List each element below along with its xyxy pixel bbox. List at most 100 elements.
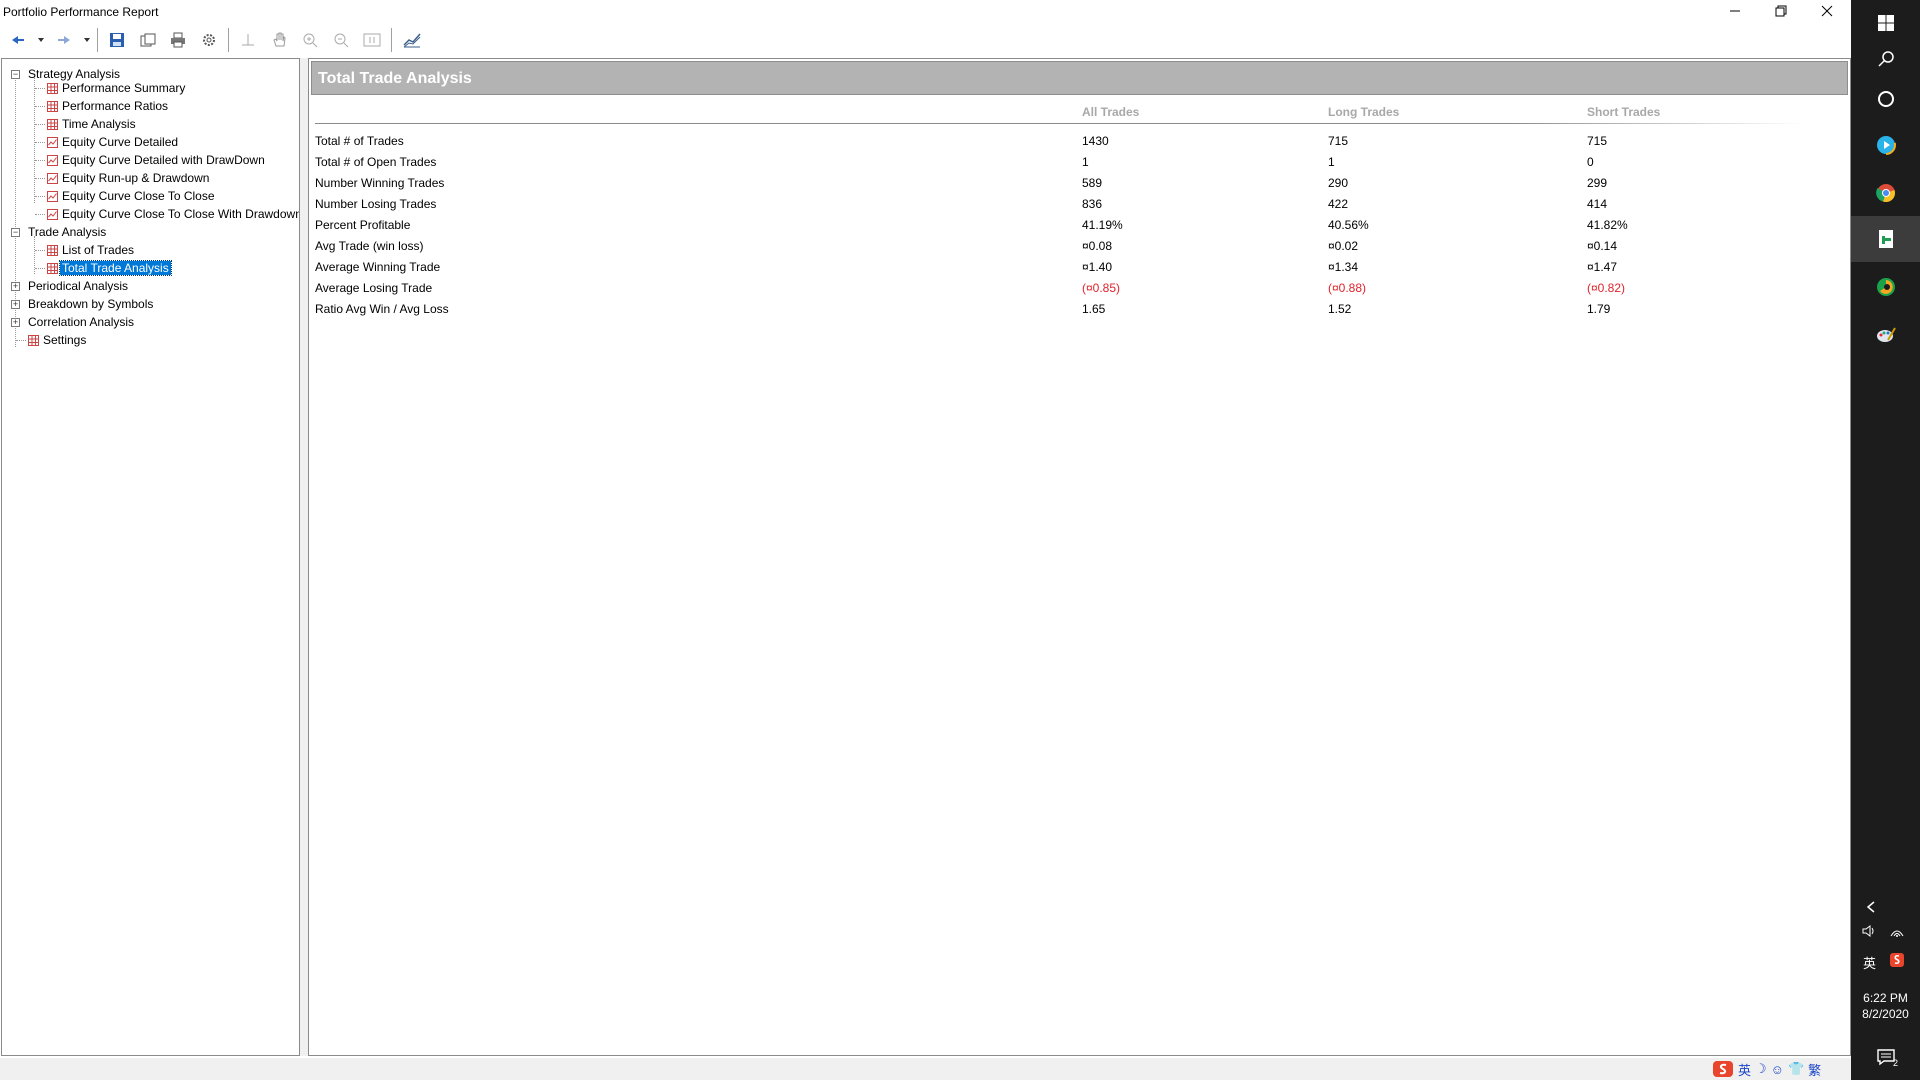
tree-item-performance-summary[interactable]: Performance Summary <box>60 79 187 97</box>
row-value: ¤0.14 <box>1587 239 1618 253</box>
save-button[interactable] <box>105 29 129 51</box>
actual-size-button[interactable] <box>360 29 384 51</box>
row-value: 715 <box>1328 134 1349 148</box>
tree-group-correlation-analysis[interactable]: Correlation Analysis <box>26 313 136 331</box>
zoom-in-button[interactable] <box>298 29 322 51</box>
tree-item-equity-curve-detailed[interactable]: Equity Curve Detailed <box>60 133 180 151</box>
tree-group-breakdown-by-symbols[interactable]: Breakdown by Symbols <box>26 295 155 313</box>
taskbar-app-paint[interactable] <box>1851 312 1920 358</box>
show-hidden-icons-icon[interactable] <box>1865 900 1877 914</box>
panel-splitter[interactable] <box>300 58 308 1056</box>
taskbar-app-player[interactable] <box>1851 122 1920 168</box>
taskbar-app-spreadsheet[interactable] <box>1851 216 1920 262</box>
back-arrow-icon <box>12 36 24 44</box>
table-row: Number Winning Trades 589 290 299 <box>309 173 1850 193</box>
forward-button[interactable] <box>52 29 76 51</box>
tree-item-equity-close-to-close-drawdown[interactable]: Equity Curve Close To Close With Drawdow… <box>60 205 299 223</box>
zoom-out-button[interactable] <box>329 29 353 51</box>
tree-item-equity-close-to-close[interactable]: Equity Curve Close To Close <box>60 187 217 205</box>
grid-icon <box>47 263 58 274</box>
chart-icon <box>47 191 58 202</box>
ime-lang-label: 英 <box>1738 1062 1752 1078</box>
network-icon[interactable] <box>1889 924 1905 938</box>
sogou-tray-icon[interactable] <box>1889 952 1905 968</box>
row-label: Number Losing Trades <box>315 197 437 211</box>
tree-group-label: Periodical Analysis <box>28 279 129 293</box>
tree-item-total-trade-analysis[interactable]: Total Trade Analysis <box>59 259 172 277</box>
forward-dropdown-button[interactable] <box>81 29 93 51</box>
expand-toggle-correlation-analysis[interactable]: + <box>11 318 20 327</box>
row-label: Average Losing Trade <box>315 281 433 295</box>
tree-group-periodical-analysis[interactable]: Periodical Analysis <box>26 277 130 295</box>
row-label: Number Winning Trades <box>315 176 445 190</box>
volume-icon[interactable] <box>1861 924 1877 938</box>
grid-icon <box>28 335 39 346</box>
row-value: 715 <box>1587 134 1608 148</box>
tree-item-label: Equity Run-up & Drawdown <box>62 171 210 185</box>
action-center-button[interactable]: 2 <box>1851 1034 1920 1080</box>
expand-toggle-breakdown-by-symbols[interactable]: + <box>11 300 20 309</box>
row-value: ¤0.02 <box>1328 239 1359 253</box>
grid-icon <box>47 101 58 112</box>
chart-icon <box>47 173 58 184</box>
tree-connector <box>34 74 35 203</box>
tree-item-label: Time Analysis <box>62 117 136 131</box>
tree-item-performance-ratios[interactable]: Performance Ratios <box>60 97 170 115</box>
tree-item-equity-runup-drawdown[interactable]: Equity Run-up & Drawdown <box>60 169 211 187</box>
chrome-icon <box>1875 184 1895 203</box>
zoom-in-icon <box>303 33 318 48</box>
row-value: 589 <box>1082 176 1103 190</box>
close-button[interactable] <box>1804 0 1850 22</box>
taskbar-app-browser[interactable] <box>1851 264 1920 310</box>
taskbar-app-chrome[interactable] <box>1851 170 1920 216</box>
row-value: 1.52 <box>1328 302 1352 316</box>
export-icon <box>140 33 156 47</box>
zoom-out-icon <box>334 33 349 48</box>
export-button[interactable] <box>136 29 160 51</box>
crosshair-button[interactable] <box>236 29 260 51</box>
task-view-button[interactable] <box>1851 76 1920 122</box>
row-label: Avg Trade (win loss) <box>315 239 424 253</box>
tree-connector <box>35 88 45 89</box>
tray-language-label[interactable]: 英 <box>1863 953 1876 972</box>
expand-toggle-strategy-analysis[interactable]: − <box>11 70 20 79</box>
report-panel: Total Trade Analysis All Trades Long Tra… <box>308 58 1851 1056</box>
tree-item-time-analysis[interactable]: Time Analysis <box>60 115 138 133</box>
restore-button[interactable] <box>1758 0 1804 22</box>
forward-arrow-icon <box>58 36 70 44</box>
table-row: Percent Profitable 41.19% 40.56% 41.82% <box>309 215 1850 235</box>
expand-toggle-trade-analysis[interactable]: − <box>11 228 20 237</box>
tree-group-trade-analysis[interactable]: Trade Analysis <box>26 223 108 241</box>
settings-button[interactable] <box>197 29 221 51</box>
clock-time[interactable]: 6:22 PM <box>1851 990 1920 1006</box>
tree-item-list-of-trades[interactable]: List of Trades <box>60 241 136 259</box>
printer-icon <box>171 32 185 48</box>
ime-skin-icon: 👕 <box>1787 1061 1805 1076</box>
circle-icon <box>1877 91 1894 107</box>
minimize-button[interactable] <box>1712 0 1758 22</box>
media-player-icon <box>1875 135 1896 155</box>
clock-date[interactable]: 8/2/2020 <box>1851 1006 1920 1022</box>
tree-item-equity-curve-detailed-drawdown[interactable]: Equity Curve Detailed with DrawDown <box>60 151 267 169</box>
print-button[interactable] <box>166 29 190 51</box>
header-divider <box>315 123 1805 124</box>
chart-lines-icon <box>403 33 421 48</box>
ime-toolbar[interactable]: 英 ☽ ☺ 👕 繁 <box>1712 1060 1821 1078</box>
tree-connector <box>35 178 45 179</box>
chart-style-button[interactable] <box>400 29 424 51</box>
tree-item-settings[interactable]: Settings <box>41 331 88 349</box>
ime-emoji-icon: ☺ <box>1770 1061 1784 1077</box>
tree-item-label: Equity Curve Close To Close <box>62 189 215 203</box>
back-button[interactable] <box>6 29 30 51</box>
tree-item-label: Performance Summary <box>62 81 186 95</box>
pan-button[interactable] <box>267 29 291 51</box>
windows-logo-icon <box>1877 15 1894 31</box>
tree-item-label: List of Trades <box>62 243 135 257</box>
column-header-long-trades: Long Trades <box>1328 105 1400 119</box>
tree-connector <box>35 250 45 251</box>
expand-toggle-periodical-analysis[interactable]: + <box>11 282 20 291</box>
chart-icon <box>47 137 58 148</box>
row-value: 0 <box>1587 155 1594 169</box>
back-dropdown-button[interactable] <box>35 29 47 51</box>
tree-connector <box>35 268 45 269</box>
